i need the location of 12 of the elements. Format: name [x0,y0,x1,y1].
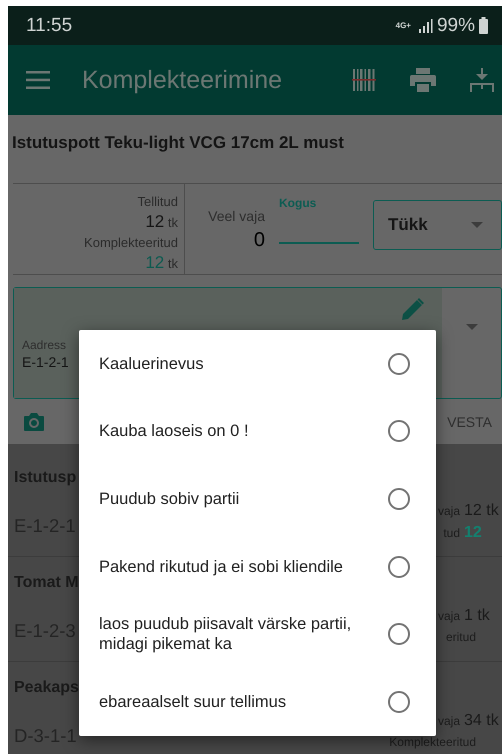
network-type: 4G+ [396,22,411,30]
quantity-value: 12 tk [144,212,178,233]
clock-time: 11:55 [26,14,72,36]
battery-percent: 99% [436,14,475,36]
field-label: Komplekteeritud [83,234,178,252]
product-title: Istutuspott Teku-light VCG 17cm 2L must [11,132,345,154]
remaining-value: 0 [252,230,265,250]
field-label: Tellitud [136,193,178,211]
app-title: Komplekteerimine [82,66,284,94]
quantity-value: 12 tk [144,253,178,274]
quantity-value: 12 [464,523,483,543]
field-label: Veel vaja [208,208,265,224]
